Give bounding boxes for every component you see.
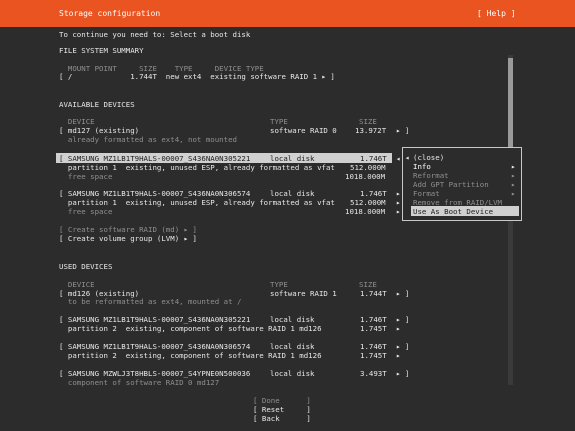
used-disk2-type: local disk — [270, 342, 315, 351]
menu-item-info[interactable]: Info — [413, 162, 431, 171]
used-disk3-size: 3.493T — [360, 369, 387, 378]
used-disk3-type: local disk — [270, 369, 315, 378]
menu-add-gpt-arrow-icon: ▸ — [511, 180, 516, 189]
back-button[interactable]: [ Back ] — [253, 414, 311, 423]
avail-disk2-type: local disk — [270, 189, 315, 198]
used-disk2-partition[interactable]: partition 2 existing, component of softw… — [59, 351, 322, 360]
device-md127-arrow[interactable]: ▸ ] — [396, 126, 409, 135]
avail-disk2-name[interactable]: [ SAMSUNG MZ1LB1T9HALS-00007_S436NA0N306… — [59, 189, 250, 198]
device-md127-note: already formatted as ext4, not mounted — [59, 135, 237, 144]
reset-button[interactable]: [ Reset ] — [253, 405, 311, 414]
used-disk1-size: 1.746T — [360, 315, 387, 324]
used-disk3-arrow[interactable]: ▸ ] — [396, 369, 409, 378]
menu-item-use-as-boot[interactable]: Use As Boot Device — [413, 207, 493, 216]
used-disk2-partition-size: 1.745T — [360, 351, 387, 360]
avail-disk1-partition-size: 512.000M — [350, 163, 386, 172]
used-disk3-note: component of software RAID 0 md127 — [59, 378, 220, 387]
available-col-device: DEVICE — [59, 117, 95, 126]
avail-disk1-arrow[interactable]: ◂ — [396, 154, 400, 163]
used-devices-heading: USED DEVICES — [59, 262, 113, 271]
menu-item-reformat[interactable]: Reformat — [413, 171, 449, 180]
available-col-size: SIZE — [359, 117, 377, 126]
avail-disk2-free-size: 1018.000M — [345, 207, 386, 216]
used-col-size: SIZE — [359, 280, 377, 289]
create-raid-button[interactable]: [ Create software RAID (md) ▸ ] — [59, 225, 197, 234]
fs-summary-heading: FILE SYSTEM SUMMARY — [59, 46, 144, 55]
used-disk2-name[interactable]: [ SAMSUNG MZ1LB1T9HALS-00007_S436NA0N306… — [59, 342, 250, 351]
used-md126-size: 1.744T — [360, 289, 387, 298]
used-disk1-name[interactable]: [ SAMSUNG MZ1LB1T9HALS-00007_S436NA0N305… — [59, 315, 250, 324]
used-disk2-partition-arrow[interactable]: ▸ — [396, 351, 400, 360]
used-disk2-size: 1.746T — [360, 342, 387, 351]
used-col-device: DEVICE — [59, 280, 95, 289]
fs-summary-row[interactable]: [ / 1.744T new ext4 existing software RA… — [59, 72, 335, 81]
used-md126-arrow[interactable]: ▸ ] — [396, 289, 409, 298]
used-disk1-type: local disk — [270, 315, 315, 324]
avail-disk2-size: 1.746T — [360, 189, 387, 198]
avail-disk2-partition-arrow[interactable]: ▸ — [396, 198, 400, 207]
menu-item-format[interactable]: Format — [413, 189, 440, 198]
used-disk1-partition[interactable]: partition 2 existing, component of softw… — [59, 324, 322, 333]
available-devices-heading: AVAILABLE DEVICES — [59, 100, 135, 109]
used-md126-note: to be reformatted as ext4, mounted at / — [59, 297, 242, 306]
menu-info-arrow-icon: ▸ — [511, 162, 516, 171]
used-disk1-partition-size: 1.745T — [360, 324, 387, 333]
avail-disk1-free: free space — [59, 172, 113, 181]
avail-disk1-free-size: 1018.000M — [345, 172, 386, 181]
avail-disk1-name[interactable]: [ SAMSUNG MZ1LB1T9HALS-00007_S436NA0N305… — [59, 154, 250, 163]
menu-reformat-arrow-icon: ▸ — [511, 171, 516, 180]
done-button[interactable]: [ Done ] — [253, 396, 311, 405]
used-disk3-name[interactable]: [ SAMSUNG MZWLJ3T8HBLS-00007_S4YPNE0N500… — [59, 369, 250, 378]
device-md127-name[interactable]: [ md127 (existing) — [59, 126, 139, 135]
used-disk1-arrow[interactable]: ▸ ] — [396, 315, 409, 324]
help-button[interactable]: [ Help ] — [477, 9, 516, 18]
menu-item-add-gpt[interactable]: Add GPT Partition — [413, 180, 489, 189]
avail-disk2-free: free space — [59, 207, 113, 216]
menu-item-remove-raid[interactable]: Remove from RAID/LVM — [413, 198, 502, 207]
menu-format-arrow-icon: ▸ — [511, 189, 516, 198]
instruction-text: To continue you need to: Select a boot d… — [59, 30, 251, 39]
menu-left-arrow-icon: ◂ — [405, 153, 410, 162]
avail-disk1-size: 1.746T — [360, 154, 387, 163]
avail-disk2-partition[interactable]: partition 1 existing, unused ESP, alread… — [59, 198, 335, 207]
avail-disk1-partition[interactable]: partition 1 existing, unused ESP, alread… — [59, 163, 335, 172]
page-title: Storage configuration — [59, 9, 161, 18]
used-col-type: TYPE — [270, 280, 288, 289]
used-disk2-arrow[interactable]: ▸ ] — [396, 342, 409, 351]
used-disk1-partition-arrow[interactable]: ▸ — [396, 324, 400, 333]
menu-item-close[interactable]: (close) — [413, 153, 444, 162]
device-md127-size: 13.972T — [355, 126, 387, 135]
avail-disk2-free-arrow[interactable]: ▸ — [396, 207, 400, 216]
used-md126-type: software RAID 1 — [270, 289, 337, 298]
avail-disk2-partition-size: 512.000M — [350, 198, 386, 207]
available-col-type: TYPE — [270, 117, 288, 126]
device-md127-type: software RAID 0 — [270, 126, 337, 135]
avail-disk1-type: local disk — [270, 154, 315, 163]
create-lvm-button[interactable]: [ Create volume group (LVM) ▸ ] — [59, 234, 197, 243]
